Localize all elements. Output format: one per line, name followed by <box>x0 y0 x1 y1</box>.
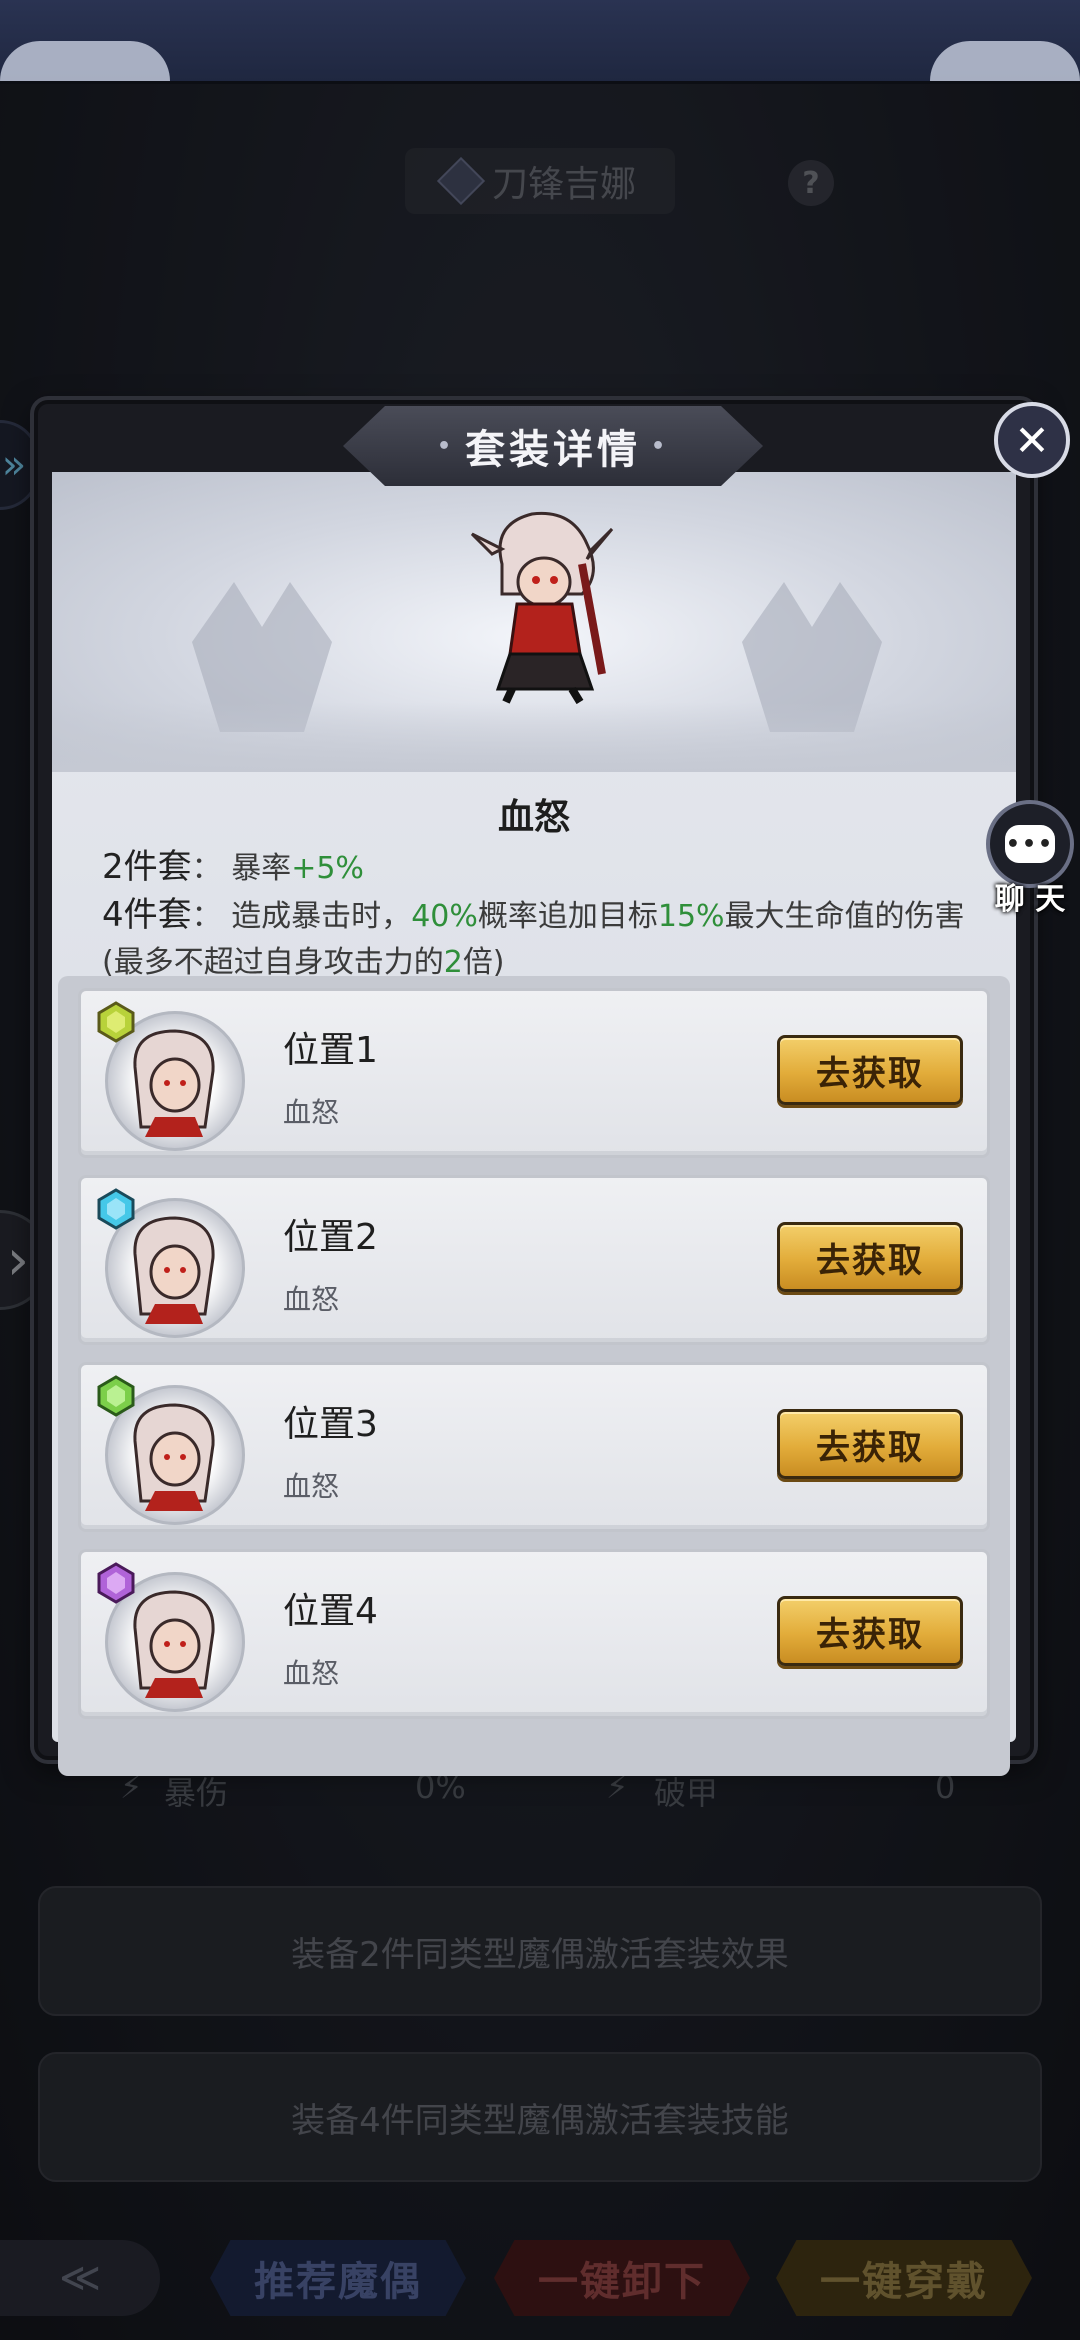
bonus-sep: ： <box>191 851 222 886</box>
slot-gem-icon <box>97 1001 135 1043</box>
slot-portrait[interactable] <box>95 1375 245 1525</box>
slot-gem-icon <box>97 1375 135 1417</box>
bonus-level: 2件套 <box>102 847 192 887</box>
slot-portrait[interactable] <box>95 1001 245 1151</box>
modal-title-plate: • 套装详情 • <box>343 406 763 486</box>
set-bonus-4: 4件套： 造成暴击时，40%概率追加目标15%最大生命值的伤害(最多不超过自身攻… <box>102 892 980 986</box>
set-character-portrait <box>470 511 614 704</box>
obtain-button[interactable]: 去获取 <box>777 1409 963 1479</box>
list-item: 位置1 血怒 去获取 <box>78 988 990 1158</box>
title-ornament-icon: • <box>436 433 455 459</box>
modal-title: 套装详情 <box>465 427 641 473</box>
chat-button[interactable]: ••• 聊 天 <box>982 800 1078 917</box>
bonus-value: +5% <box>291 851 364 886</box>
slot-title: 位置1 <box>283 1030 378 1071</box>
slot-subtitle: 血怒 <box>283 1096 340 1129</box>
slot-portrait[interactable] <box>95 1562 245 1712</box>
bonus-value: 2 <box>443 945 463 980</box>
slot-subtitle: 血怒 <box>283 1657 340 1690</box>
sky-header <box>0 0 1080 84</box>
chat-bubble-icon: ••• <box>1005 825 1055 863</box>
bonus-text: 倍) <box>462 945 505 980</box>
slot-portrait[interactable] <box>95 1188 245 1338</box>
bonus-sep: ： <box>191 899 222 934</box>
chat-label: 聊 天 <box>994 882 1066 917</box>
list-item: 位置4 血怒 去获取 <box>78 1549 990 1719</box>
list-item: 位置2 血怒 去获取 <box>78 1175 990 1345</box>
close-icon[interactable]: ✕ <box>994 402 1070 478</box>
obtain-button[interactable]: 去获取 <box>777 1222 963 1292</box>
set-details-modal: • 套装详情 • 血怒 2件套： 暴率+5% 4件套： 造成暴击时，40%概率追… <box>34 400 1034 1776</box>
slot-gem-icon <box>97 1188 135 1230</box>
cloud-decoration <box>930 41 1080 81</box>
doll-avatar <box>133 1590 215 1698</box>
slot-title: 位置3 <box>283 1404 378 1445</box>
doll-avatar <box>133 1403 215 1511</box>
obtain-button[interactable]: 去获取 <box>777 1596 963 1666</box>
doll-avatar <box>133 1029 215 1137</box>
slot-gem-icon <box>97 1562 135 1604</box>
set-slots-list: 位置1 血怒 去获取 位置2 血怒 去获取 位置3 血怒 去获取 位置4 血怒 … <box>58 976 1010 1776</box>
obtain-button[interactable]: 去获取 <box>777 1035 963 1105</box>
slot-subtitle: 血怒 <box>283 1283 340 1316</box>
bonus-value: 40% <box>411 899 478 934</box>
set-banner <box>52 472 1016 772</box>
modal-body: 血怒 2件套： 暴率+5% 4件套： 造成暴击时，40%概率追加目标15%最大生… <box>52 472 1016 1776</box>
cloud-decoration <box>0 41 170 81</box>
doll-avatar <box>133 1216 215 1324</box>
banner-ground <box>52 702 1016 772</box>
bonus-level: 4件套 <box>102 895 192 935</box>
slot-title: 位置4 <box>283 1591 378 1632</box>
bonus-text: 暴率 <box>231 851 292 886</box>
slot-subtitle: 血怒 <box>283 1470 340 1503</box>
set-bonus-2: 2件套： 暴率+5% <box>102 844 980 892</box>
list-item: 位置3 血怒 去获取 <box>78 1362 990 1532</box>
title-ornament-icon: • <box>651 433 670 459</box>
slot-title: 位置2 <box>283 1217 378 1258</box>
bonus-text: 概率追加目标 <box>477 899 658 934</box>
set-name: 血怒 <box>497 797 570 838</box>
bonus-text: 造成暴击时， <box>231 899 412 934</box>
bonus-value: 15% <box>657 899 725 934</box>
